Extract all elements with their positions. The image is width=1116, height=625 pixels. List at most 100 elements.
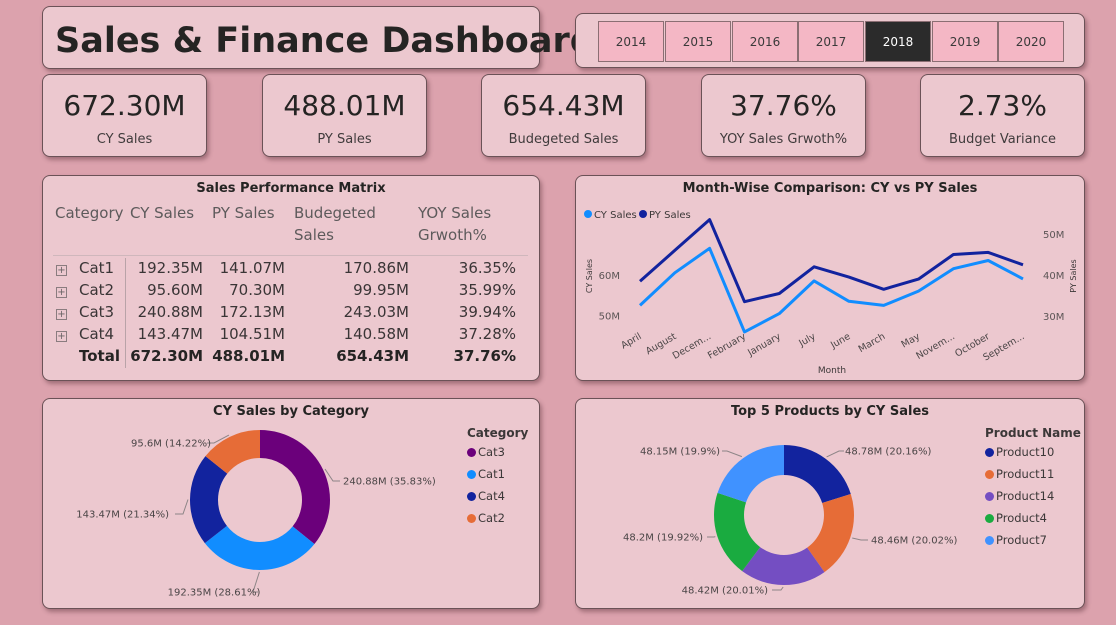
donut-slice-cat3 (260, 430, 330, 545)
legend-item-cat1[interactable]: Cat1 (467, 467, 505, 481)
data-label: 48.78M (20.16%) (845, 447, 931, 458)
legend-item-product10[interactable]: Product10 (985, 445, 1054, 459)
x-tick-label: March (857, 331, 888, 355)
donut-slice-product7 (717, 445, 784, 503)
x-tick-label: June (828, 331, 852, 351)
year-button-2016[interactable]: 2016 (732, 21, 798, 62)
column-header-yoy-growth-line2: Grwoth% (418, 226, 487, 244)
month-comparison-chart: Month-Wise Comparison: CY vs PY Sales CY… (575, 175, 1085, 381)
row-category: Cat1 (79, 259, 115, 277)
cell-budgeted-sales: 140.58M (343, 325, 409, 343)
cy-sales-by-category-chart: CY Sales by Category 240.88M (35.83%) 192… (42, 398, 540, 609)
legend-label: Cat1 (478, 467, 505, 481)
year-slicer: 2014 2015 2016 2017 2018 2019 2020 (575, 13, 1085, 68)
leader-line (772, 586, 784, 591)
legend-dot (467, 492, 476, 501)
year-button-2017[interactable]: 2017 (798, 21, 864, 62)
column-header-cy-sales[interactable]: CY Sales (130, 202, 194, 224)
x-tick-label: Novem... (914, 331, 956, 362)
data-label: 95.6M (14.22%) (131, 439, 211, 450)
y2-axis-title: PY Sales (1069, 259, 1078, 292)
donut1-legend-title: Category (467, 426, 529, 440)
year-button-2014[interactable]: 2014 (598, 21, 664, 62)
legend-dot (985, 470, 994, 479)
matrix-title: Sales Performance Matrix (196, 181, 386, 196)
data-label: 240.88M (35.83%) (343, 477, 436, 488)
data-label: 48.42M (20.01%) (682, 586, 768, 597)
legend-dot (467, 470, 476, 479)
legend-label: Product7 (996, 533, 1047, 547)
cell-budgeted-sales: 99.95M (353, 281, 409, 299)
legend-item-cat2[interactable]: Cat2 (467, 511, 505, 525)
kpi-card-cy-sales: 672.30M CY Sales (42, 74, 207, 157)
year-button-2019[interactable]: 2019 (932, 21, 998, 62)
legend-dot (985, 492, 994, 501)
legend-dot (985, 536, 994, 545)
leader-line (852, 537, 868, 541)
cell-cy-sales: 240.88M (137, 303, 203, 321)
year-button-2015[interactable]: 2015 (665, 21, 731, 62)
y2-tick-label: 40M (1043, 271, 1064, 282)
page-title: Sales & Finance Dashboard (55, 21, 595, 61)
y-tick-label: 50M (599, 312, 620, 323)
year-button-2020[interactable]: 2020 (998, 21, 1064, 62)
y-axis-title: CY Sales (585, 259, 594, 293)
column-header-budgeted-sales[interactable]: Budegeted (294, 202, 376, 224)
line-chart-svg: CY Sales PY Sales 50M 60M 30M 40M 50M CY Sales P… (584, 210, 1078, 376)
legend-label: Cat3 (478, 445, 505, 459)
cell-yoy-growth: 37.28% (458, 325, 516, 343)
cell-yoy-growth: 39.94% (458, 303, 516, 321)
donut2-legend-title: Product Name (985, 426, 1081, 440)
legend-label: Product10 (996, 445, 1055, 459)
x-tick-label: May (900, 331, 923, 351)
legend-item-cat4[interactable]: Cat4 (467, 489, 505, 503)
legend-label: Product11 (996, 467, 1055, 481)
legend-label-py: PY Sales (649, 210, 691, 221)
cell-cy-sales: 95.60M (147, 281, 203, 299)
total-py-sales: 488.01M (212, 347, 285, 365)
expand-icon[interactable]: + (56, 309, 67, 320)
kpi-label: Budget Variance (948, 132, 1057, 147)
header-divider (53, 255, 528, 256)
column-header-py-sales[interactable]: PY Sales (212, 202, 275, 224)
data-label: 48.46M (20.02%) (871, 536, 957, 547)
title-card: Sales & Finance Dashboard (42, 6, 595, 69)
y-tick-label: 60M (599, 271, 620, 282)
kpi-value: 672.30M (63, 89, 186, 122)
row-category: Cat4 (79, 325, 115, 343)
cell-py-sales: 141.07M (219, 259, 285, 277)
data-label: 48.2M (19.92%) (623, 533, 703, 544)
expand-icon[interactable]: + (56, 331, 67, 342)
expand-icon[interactable]: + (56, 265, 67, 276)
year-button-2018[interactable]: 2018 (865, 21, 931, 62)
legend-item-product11[interactable]: Product11 (985, 467, 1054, 481)
cell-budgeted-sales: 243.03M (343, 303, 409, 321)
cell-cy-sales: 192.35M (137, 259, 203, 277)
legend-item-cat3[interactable]: Cat3 (467, 445, 505, 459)
x-tick-label: Decem... (671, 331, 713, 362)
total-yoy-growth: 37.76% (453, 347, 516, 365)
x-tick-label: February (706, 331, 748, 362)
kpi-card-yoy-growth: 37.76% YOY Sales Grwoth% (701, 74, 866, 157)
legend-label: Product4 (996, 511, 1047, 525)
sales-performance-matrix: Sales Performance Matrix Category CY Sal… (42, 175, 540, 381)
total-label: Total (79, 347, 120, 365)
kpi-value: 654.43M (502, 89, 625, 122)
legend-item-product4[interactable]: Product4 (985, 511, 1047, 525)
legend-item-product7[interactable]: Product7 (985, 533, 1047, 547)
row-category: Cat3 (79, 303, 115, 321)
legend-label-cy: CY Sales (594, 210, 637, 221)
legend-item-product14[interactable]: Product14 (985, 489, 1054, 503)
total-cy-sales: 672.30M (130, 347, 203, 365)
expand-icon[interactable]: + (56, 287, 67, 298)
legend-dot (467, 514, 476, 523)
column-header-category[interactable]: Category (55, 202, 124, 224)
kpi-value: 37.76% (730, 89, 837, 122)
kpi-card-budget-variance: 2.73% Budget Variance (920, 74, 1085, 157)
y2-tick-label: 30M (1043, 312, 1064, 323)
legend-label: Cat2 (478, 511, 505, 525)
leader-line (324, 468, 340, 482)
cell-budgeted-sales: 170.86M (343, 259, 409, 277)
kpi-value: 488.01M (283, 89, 406, 122)
column-header-yoy-growth[interactable]: YOY Sales (418, 202, 491, 224)
